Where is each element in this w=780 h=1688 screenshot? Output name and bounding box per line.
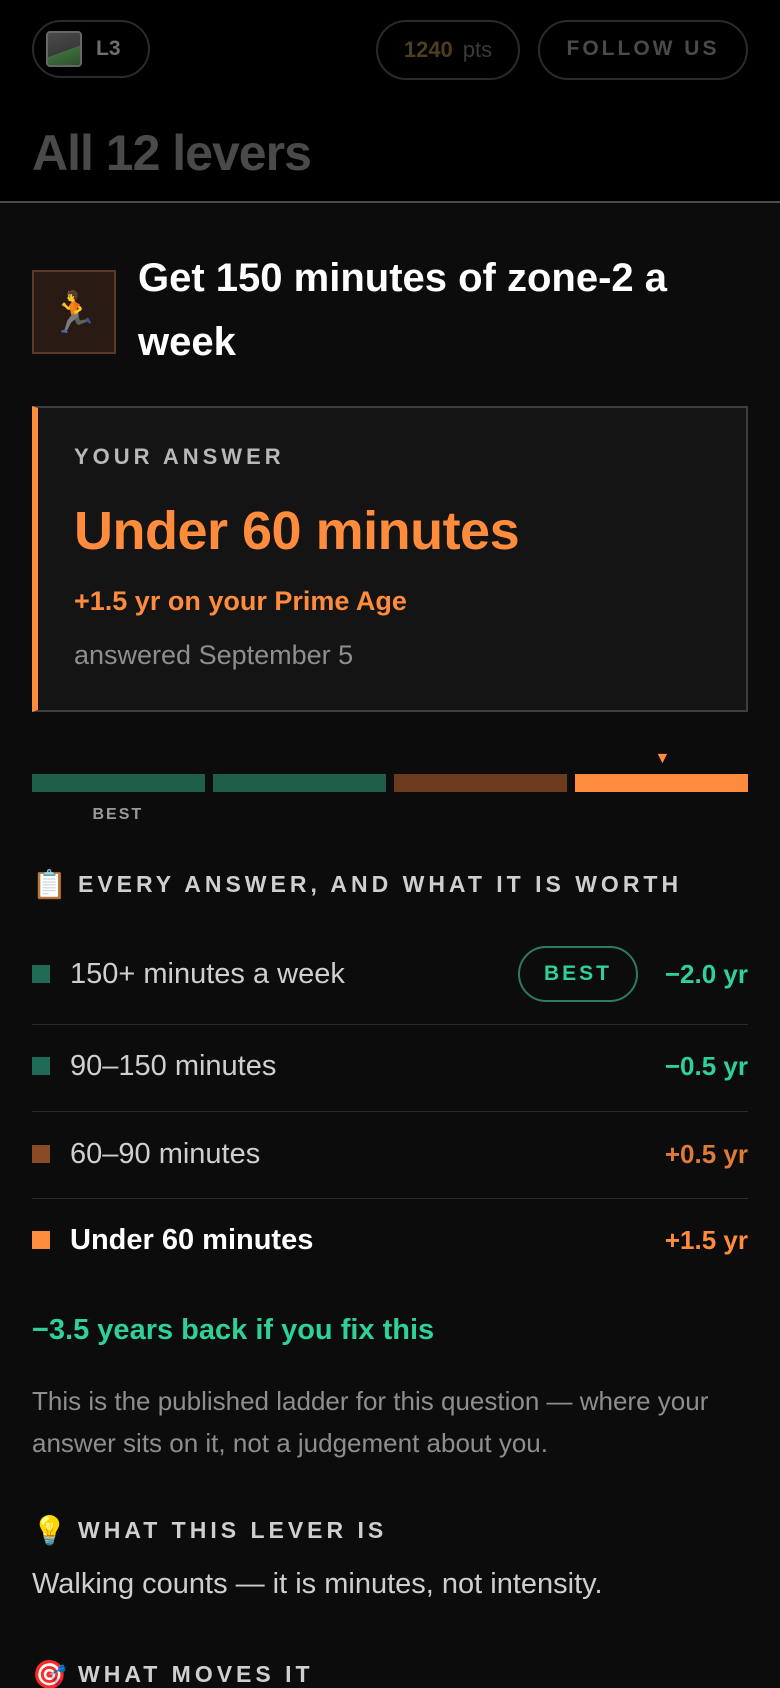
- ladder-segment: [394, 774, 567, 792]
- option-label: Under 60 minutes: [70, 1223, 314, 1256]
- what-lever-is-body: Walking counts — it is minutes, not inte…: [32, 1568, 603, 1600]
- divider: [32, 1198, 748, 1199]
- option-label: 150+ minutes a week: [70, 957, 345, 990]
- page-title: All 12 levers: [32, 125, 312, 181]
- answer-option-row: 90–150 minutes −0.5 yr: [32, 1046, 748, 1086]
- ladder-best-label: BEST: [92, 806, 144, 823]
- level-label: L3: [96, 37, 121, 60]
- lightbulb-icon: 💡: [32, 1515, 67, 1546]
- level-badge[interactable]: L3: [32, 20, 150, 78]
- answer-option-row: 150+ minutes a week BEST −2.0 yr: [32, 944, 748, 1004]
- ladder-segment: [575, 774, 748, 792]
- option-color-square: [32, 1231, 50, 1249]
- lever-title: Get 150 minutes of zone-2 a week: [138, 256, 668, 364]
- ladder-note: This is the published ladder for this qu…: [32, 1386, 709, 1458]
- runner-icon: 🏃: [32, 270, 116, 354]
- option-label: 90–150 minutes: [70, 1049, 277, 1082]
- points-badge[interactable]: 1240 pts: [376, 20, 520, 80]
- what-lever-is-header: 💡 WHAT THIS LEVER IS: [32, 1514, 387, 1547]
- what-moves-it-header: 🎯 WHAT MOVES IT: [32, 1658, 314, 1688]
- best-badge: BEST: [518, 946, 638, 1002]
- option-label: 60–90 minutes: [70, 1137, 261, 1170]
- answer-ladder: ▼ BEST: [32, 750, 748, 830]
- ladder-segment: [32, 774, 205, 792]
- what-moves-it-label: WHAT MOVES IT: [78, 1661, 314, 1687]
- points-unit: pts: [462, 37, 493, 62]
- options-section-header: 📋 EVERY ANSWER, AND WHAT IT IS WORTH: [32, 868, 682, 901]
- option-value: −2.0 yr: [664, 958, 748, 989]
- option-color-square: [32, 1057, 50, 1075]
- clipboard-icon: 📋: [32, 869, 67, 900]
- divider: [32, 1024, 748, 1025]
- what-lever-is-label: WHAT THIS LEVER IS: [78, 1517, 388, 1543]
- answer-impact: +1.5 yr on your Prime Age: [74, 586, 407, 616]
- answer-date: answered September 5: [74, 640, 354, 670]
- answer-value: Under 60 minutes: [74, 501, 520, 561]
- option-color-square: [32, 965, 50, 983]
- divider: [32, 1111, 748, 1112]
- fix-benefit-line: −3.5 years back if you fix this: [32, 1314, 435, 1346]
- follow-us-button[interactable]: FOLLOW US: [538, 20, 748, 80]
- answer-option-row-selected: Under 60 minutes +1.5 yr: [32, 1220, 748, 1260]
- your-answer-card: YOUR ANSWER Under 60 minutes +1.5 yr on …: [32, 406, 748, 712]
- options-section-label: EVERY ANSWER, AND WHAT IT IS WORTH: [78, 871, 683, 897]
- option-value: −0.5 yr: [664, 1050, 748, 1081]
- target-icon: 🎯: [32, 1659, 67, 1688]
- option-value: +0.5 yr: [664, 1138, 748, 1169]
- option-color-square: [32, 1145, 50, 1163]
- answer-kicker: YOUR ANSWER: [74, 444, 285, 469]
- selected-marker-icon: ▼: [654, 750, 671, 767]
- avatar: [46, 31, 82, 67]
- answer-option-row: 60–90 minutes +0.5 yr: [32, 1134, 748, 1174]
- top-header: L3 1240 pts FOLLOW US All 12 levers: [0, 0, 780, 203]
- ladder-segment: [213, 774, 386, 792]
- option-value: +1.5 yr: [664, 1224, 748, 1255]
- points-value: 1240: [403, 37, 453, 62]
